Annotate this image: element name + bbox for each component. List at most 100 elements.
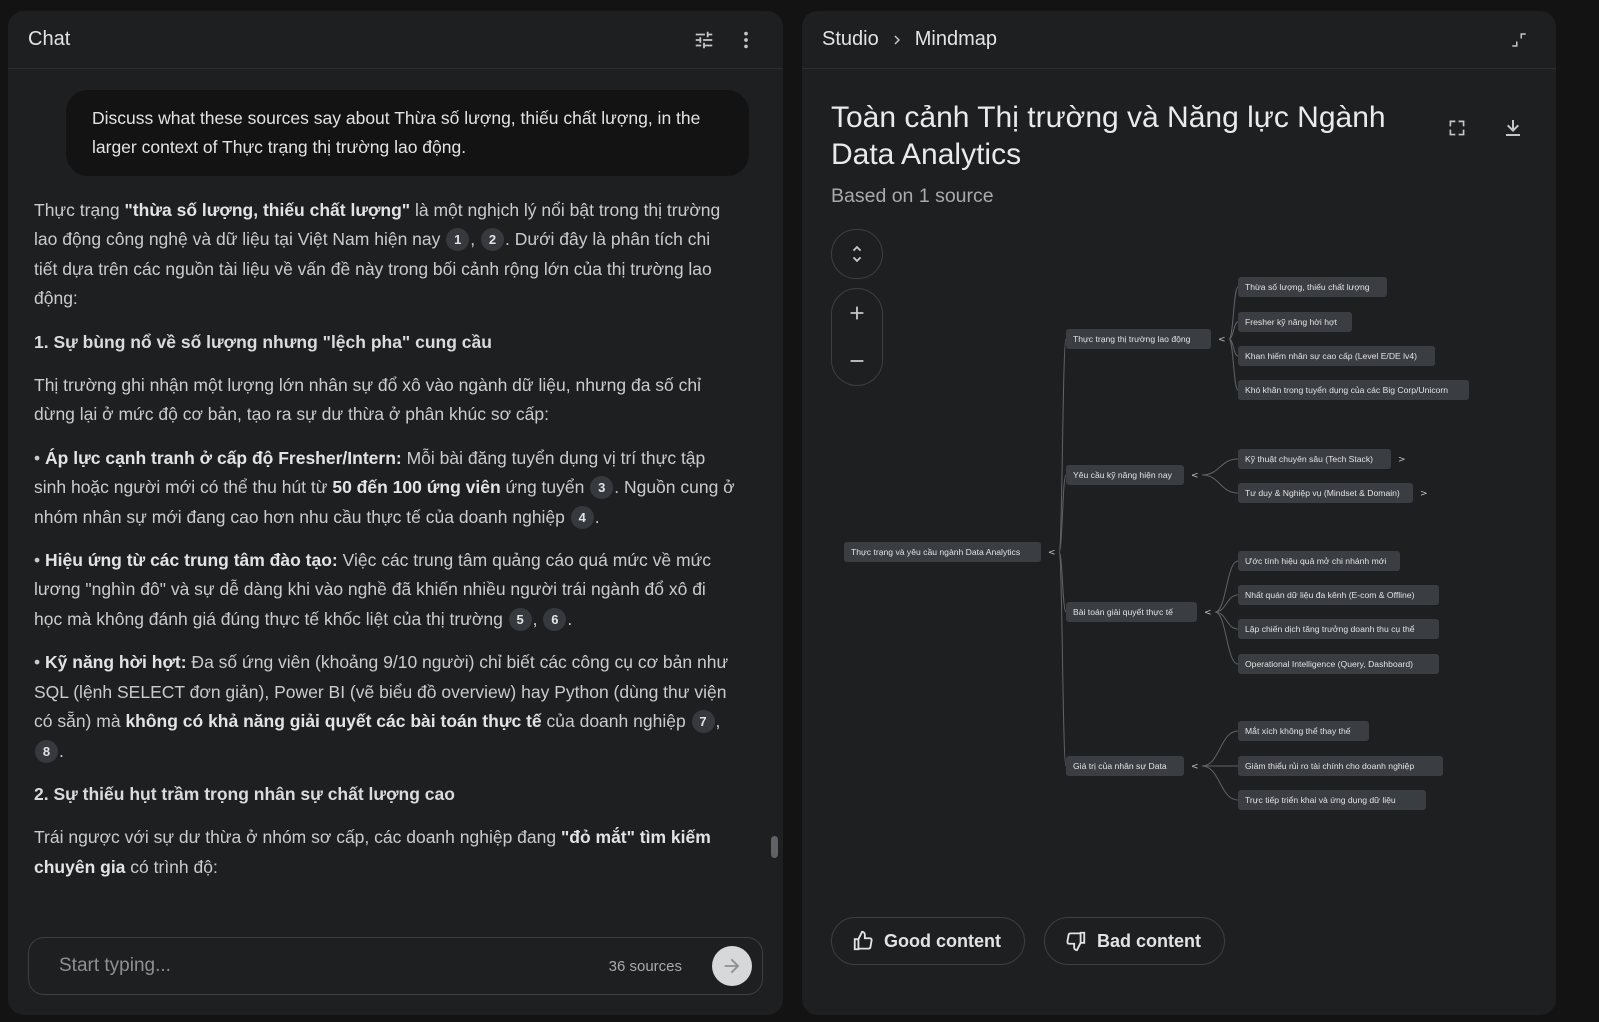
expand-chevron-icon[interactable]: > <box>1420 489 1428 499</box>
mindmap-leaf-node[interactable]: Khan hiếm nhân sự cao cấp (Level E/DE lv… <box>1238 346 1435 366</box>
bad-content-button[interactable]: Bad content <box>1044 917 1225 965</box>
citation-2[interactable]: 2 <box>481 228 504 252</box>
citation-1[interactable]: 1 <box>446 228 470 252</box>
mindmap-subtitle: Based on 1 source <box>831 185 994 207</box>
mindmap-branch-node[interactable]: Bài toán giải quyết thực tế < <box>1066 602 1212 622</box>
bullet-item: • Kỹ năng hời hợt: Đa số ứng viên (khoản… <box>34 648 737 766</box>
mindmap-leaf-node-label: Lập chiến dịch tăng trưởng doanh thu cụ … <box>1245 624 1415 634</box>
mindmap-root-node-label: Thực trạng và yêu cầu ngành Data Analyti… <box>851 547 1020 557</box>
citation-6[interactable]: 6 <box>543 607 567 631</box>
mindmap-nodes: Thực trạng và yêu cầu ngành Data Analyti… <box>844 277 1469 810</box>
fullscreen-icon[interactable] <box>1440 111 1474 145</box>
mindmap-leaf-node-label: Mắt xích không thể thay thế <box>1245 726 1351 736</box>
collapse-chevron-icon[interactable]: < <box>1191 762 1199 772</box>
citation-5[interactable]: 5 <box>508 607 532 631</box>
mindmap-leaf-node[interactable]: Khó khăn trong tuyển dụng của các Big Co… <box>1238 380 1469 400</box>
breadcrumb-mindmap: Mindmap <box>914 28 997 50</box>
mindmap-leaf-node-label: Khó khăn trong tuyển dụng của các Big Co… <box>1245 385 1448 395</box>
citation-3[interactable]: 3 <box>590 476 614 500</box>
mindmap-branch-node[interactable]: Thực trạng thị trường lao động < <box>1066 329 1226 349</box>
mindmap-leaf-node[interactable]: Mắt xích không thể thay thế <box>1238 721 1369 741</box>
mindmap-leaf-node[interactable]: Kỹ thuật chuyên sâu (Tech Stack) > <box>1238 449 1406 469</box>
assistant-response: Thực trạng "thừa số lượng, thiếu chất lư… <box>8 176 783 882</box>
text: Thực trạng <box>34 200 125 220</box>
user-message: Discuss what these sources say about Thừ… <box>66 90 749 176</box>
expand-chevron-icon[interactable]: > <box>1398 455 1406 465</box>
chat-composer: 36 sources <box>28 937 763 995</box>
mindmap-leaf-node[interactable]: Giảm thiểu rủi ro tài chính cho doanh ng… <box>1238 756 1443 776</box>
citation-4[interactable]: 4 <box>570 505 594 529</box>
collapse-icon[interactable] <box>1502 23 1536 57</box>
mindmap-leaf-node-label: Kỹ thuật chuyên sâu (Tech Stack) <box>1245 454 1373 464</box>
mindmap-leaf-node-label: Fresher kỹ năng hời hợt <box>1245 317 1338 327</box>
download-icon[interactable] <box>1496 111 1530 145</box>
scrollbar-thumb[interactable] <box>771 836 778 858</box>
mindmap-leaf-node[interactable]: Tư duy & Nghiệp vụ (Mindset & Domain) > <box>1238 483 1428 503</box>
section-heading-1: 1. Sự bùng nổ về số lượng nhưng "lệch ph… <box>34 331 492 352</box>
bold-text: 50 đến 100 ứng viên <box>332 477 501 498</box>
breadcrumb: Studio Mindmap <box>822 28 1494 51</box>
mindmap-leaf-node-label: Thừa số lượng, thiếu chất lượng <box>1245 282 1370 292</box>
collapse-chevron-icon[interactable]: < <box>1218 335 1226 345</box>
mindmap-branch-node[interactable]: Giá trị của nhân sự Data < <box>1066 756 1199 776</box>
mindmap-leaf-node[interactable]: Ước tính hiệu quả mở chi nhánh mới <box>1238 551 1400 571</box>
source-count: 36 sources <box>608 957 682 975</box>
mindmap-leaf-node[interactable]: Thừa số lượng, thiếu chất lượng <box>1238 277 1387 297</box>
bullet: • <box>34 652 41 673</box>
response-paragraph: Trái ngược với sự dư thừa ở nhóm sơ cấp,… <box>34 823 737 882</box>
text: , <box>470 229 476 250</box>
text: . <box>567 608 573 629</box>
chat-messages[interactable]: Discuss what these sources say about Thừ… <box>8 70 783 919</box>
citation-8[interactable]: 8 <box>35 739 58 763</box>
text: có trình độ: <box>125 856 218 877</box>
arrow-forward-icon <box>724 958 740 974</box>
mindmap-links <box>1058 286 1239 801</box>
bullet: • <box>34 447 41 468</box>
good-content-button[interactable]: Good content <box>831 917 1025 965</box>
breadcrumb-studio[interactable]: Studio <box>822 28 879 51</box>
section-heading-2: 2. Sự thiếu hụt trầm trọng nhân sự chất … <box>34 783 455 804</box>
collapse-chevron-icon[interactable]: < <box>1048 548 1056 558</box>
bad-content-label: Bad content <box>1097 930 1202 951</box>
send-button[interactable] <box>712 946 752 986</box>
chat-title: Chat <box>28 28 71 50</box>
mindmap-title: Toàn cảnh Thị trường và Năng lực Ngành D… <box>831 101 1386 171</box>
mindmap-canvas[interactable]: Thực trạng và yêu cầu ngành Data Analyti… <box>802 251 1556 851</box>
mindmap-actions <box>1440 111 1530 145</box>
bold-text: Áp lực cạnh tranh ở cấp độ Fresher/Inter… <box>45 447 402 468</box>
mindmap-leaf-node[interactable]: Fresher kỹ năng hời hợt <box>1238 312 1352 332</box>
mindmap-branch-node[interactable]: Yêu cầu kỹ năng hiện nay < <box>1066 465 1199 485</box>
text: , <box>532 608 538 629</box>
mindmap-leaf-node[interactable]: Nhất quán dữ liệu đa kênh (E-com & Offli… <box>1238 585 1439 605</box>
mindmap-leaf-node-label: Nhất quán dữ liệu đa kênh (E-com & Offli… <box>1245 590 1415 600</box>
mindmap-link <box>1201 474 1239 494</box>
mindmap-leaf-node-label: Trực tiếp triển khai và ứng dụng dữ liệu <box>1245 795 1396 805</box>
bullet-item: • Áp lực cạnh tranh ở cấp độ Fresher/Int… <box>34 444 737 532</box>
mindmap-branch-node-label: Yêu cầu kỹ năng hiện nay <box>1073 470 1173 480</box>
mindmap-leaf-node[interactable]: Operational Intelligence (Query, Dashboa… <box>1238 654 1439 674</box>
collapse-chevron-icon[interactable]: < <box>1191 471 1199 481</box>
text: ứng tuyển <box>500 477 590 498</box>
chat-input[interactable] <box>57 954 609 978</box>
mindmap-leaf-node[interactable]: Trực tiếp triển khai và ứng dụng dữ liệu <box>1238 790 1426 810</box>
citation-7[interactable]: 7 <box>691 710 715 734</box>
text: . <box>59 740 64 761</box>
response-paragraph: Thị trường ghi nhận một lượng lớn nhân s… <box>34 375 702 425</box>
bold-text: Hiệu ứng từ các trung tâm đào tạo: <box>45 550 338 571</box>
chevron-right-icon <box>888 31 906 49</box>
bold-text: "thừa số lượng, thiếu chất lượng" <box>124 200 411 220</box>
mindmap-leaf-node-label: Operational Intelligence (Query, Dashboa… <box>1245 659 1413 669</box>
bold-text: không có khả năng giải quyết các bài toá… <box>125 711 542 732</box>
mindmap-leaf-node[interactable]: Lập chiến dịch tăng trưởng doanh thu cụ … <box>1238 619 1439 639</box>
chat-header: Chat <box>8 11 783 69</box>
mindmap-link <box>1201 458 1239 476</box>
studio-panel: Studio Mindmap Toàn cảnh Thị trường và N… <box>802 11 1556 1015</box>
mindmap-branch-node-label: Thực trạng thị trường lao động <box>1073 334 1191 344</box>
collapse-chevron-icon[interactable]: < <box>1204 608 1212 618</box>
more-vert-icon[interactable] <box>729 23 763 57</box>
mindmap-branch-node-label: Bài toán giải quyết thực tế <box>1073 607 1173 617</box>
tune-icon[interactable] <box>687 23 721 57</box>
mindmap-root-node[interactable]: Thực trạng và yêu cầu ngành Data Analyti… <box>844 542 1056 562</box>
bullet-item: • Hiệu ứng từ các trung tâm đào tạo: Việ… <box>34 546 737 634</box>
mindmap-link <box>1201 730 1239 767</box>
